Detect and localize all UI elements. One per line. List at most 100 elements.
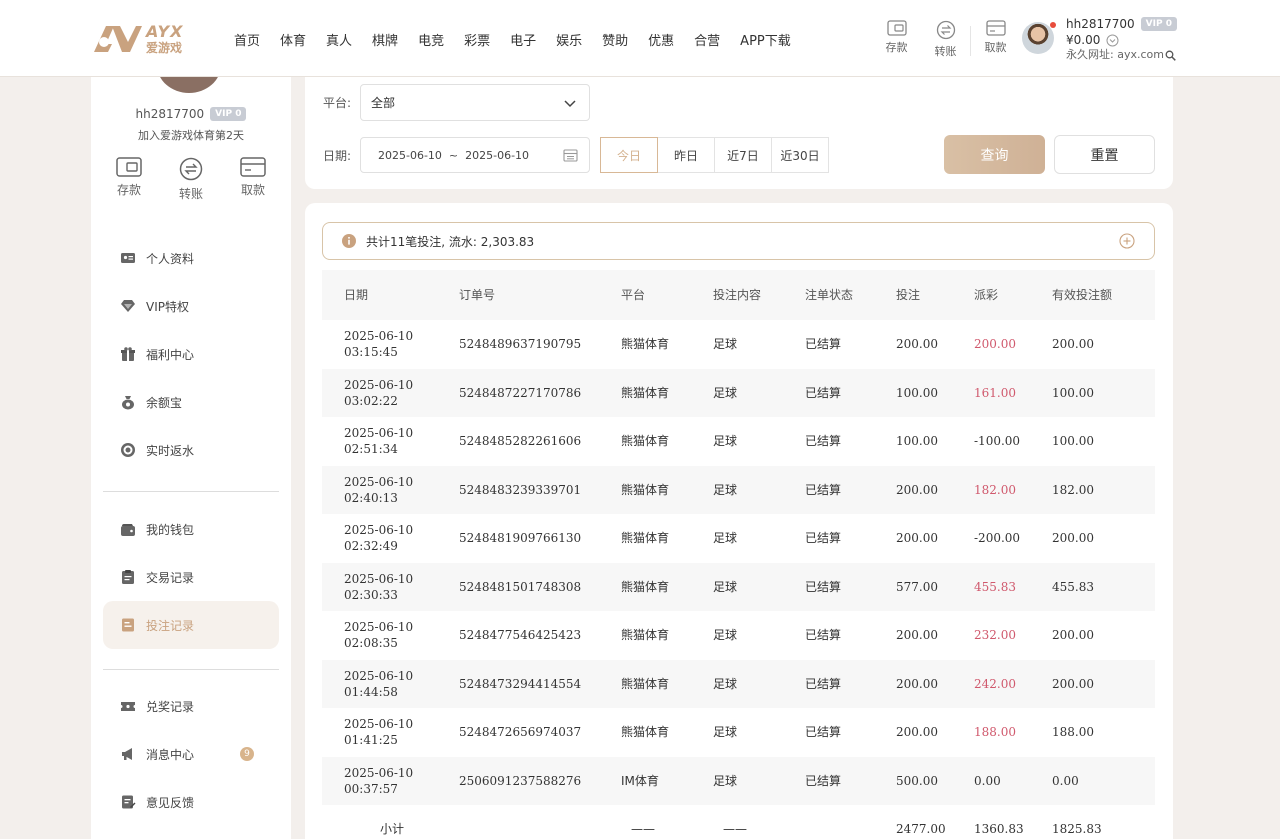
platform-select[interactable]: 全部 bbox=[360, 84, 590, 121]
payout-cell: 0.00 bbox=[974, 773, 1001, 788]
payout-cell: 232.00 bbox=[974, 628, 1016, 643]
sidebar-transfer-button[interactable]: 转账 bbox=[167, 157, 215, 202]
column-header-order: 订单号 bbox=[459, 287, 496, 302]
quick-date-yesterday[interactable]: 昨日 bbox=[657, 137, 715, 173]
platform-select-value: 全部 bbox=[371, 96, 396, 110]
subtotal-content: —— bbox=[723, 822, 747, 837]
date-range-picker[interactable]: 2025-06-10 ~ 2025-06-10 bbox=[360, 137, 590, 173]
table-body: 2025-06-10 03:15:45 5248489637190795 熊猫体育 足球… bbox=[322, 320, 1155, 805]
sidebar-item-label: 福利中心 bbox=[146, 347, 195, 362]
sidebar-item-yuebao[interactable]: 余额宝 bbox=[103, 378, 279, 426]
sidebar-item-redeem[interactable]: 兑奖记录 bbox=[103, 682, 279, 730]
date-label: 日期: bbox=[323, 149, 352, 163]
table-row: 2025-06-10 03:02:22 5248487227170786 熊猫体育 足球… bbox=[322, 368, 1155, 417]
megaphone-icon bbox=[122, 748, 132, 760]
date-value: 2025-06-10 bbox=[344, 377, 414, 392]
search-icon[interactable] bbox=[1165, 50, 1176, 62]
sidebar-item-bet-records[interactable]: 投注记录 bbox=[103, 601, 279, 649]
time-value: 03:15:45 bbox=[344, 345, 398, 360]
table-row: 2025-06-10 01:41:25 5248472656974037 熊猫体育 足球… bbox=[322, 708, 1155, 757]
column-header-platform: 平台 bbox=[621, 287, 646, 302]
header-withdraw-button[interactable]: 取款 bbox=[971, 20, 1020, 59]
bet-amount-cell: 200.00 bbox=[896, 482, 938, 497]
table-row: 2025-06-10 02:32:49 5248481909766130 熊猫体育 足球… bbox=[322, 514, 1155, 563]
sidebar-item-label: 我的钱包 bbox=[146, 522, 195, 537]
status-cell: 已结算 bbox=[805, 482, 842, 497]
time-value: 02:32:49 bbox=[344, 539, 398, 554]
query-button[interactable]: 查询 bbox=[944, 135, 1045, 174]
refresh-chevron-icon[interactable] bbox=[1106, 34, 1119, 47]
subtotal-platform: —— bbox=[631, 822, 655, 837]
bet-amount-cell: 200.00 bbox=[896, 725, 938, 740]
sidebar-item-label: 实时返水 bbox=[146, 443, 195, 458]
date-value: 2025-06-10 bbox=[344, 426, 414, 441]
sidebar-withdraw-button[interactable]: 取款 bbox=[229, 157, 277, 202]
reset-button[interactable]: 重置 bbox=[1054, 135, 1155, 174]
nav-affiliate[interactable]: 合营 bbox=[694, 30, 720, 49]
sidebar-item-messages[interactable]: 消息中心 9 bbox=[103, 730, 279, 778]
nav-live-casino[interactable]: 真人 bbox=[326, 30, 352, 49]
status-cell: 已结算 bbox=[805, 579, 842, 594]
sidebar-item-vip[interactable]: VIP特权 bbox=[103, 282, 279, 330]
sidebar-item-profile[interactable]: 个人资料 bbox=[103, 234, 279, 282]
subtotal-row: 小计 —— —— 2477.00 1360.83 1825.83 bbox=[322, 805, 1155, 839]
table-row: 2025-06-10 03:15:45 5248489637190795 熊猫体育 足球… bbox=[322, 320, 1155, 369]
status-cell: 已结算 bbox=[805, 531, 842, 546]
order-number-cell: 5248489637190795 bbox=[459, 337, 582, 352]
sidebar-item-wallet[interactable]: 我的钱包 bbox=[103, 505, 279, 553]
sidebar-item-rebate[interactable]: 实时返水 bbox=[103, 426, 279, 474]
nav-sports[interactable]: 体育 bbox=[280, 30, 306, 49]
calendar-icon bbox=[563, 149, 578, 162]
avatar[interactable] bbox=[1022, 22, 1056, 54]
expand-plus-icon[interactable] bbox=[1119, 233, 1135, 249]
date-cell: 2025-06-10 02:30:33 bbox=[344, 563, 413, 612]
permanent-url: 永久网址: ayx.com bbox=[1066, 48, 1164, 62]
date-value: 2025-06-10 bbox=[344, 668, 414, 683]
sidebar-item-welfare[interactable]: 福利中心 bbox=[103, 330, 279, 378]
content-cell: 足球 bbox=[713, 725, 738, 740]
quick-date-today[interactable]: 今日 bbox=[600, 137, 658, 173]
profile-card-icon bbox=[121, 253, 135, 263]
header-transfer-button[interactable]: 转账 bbox=[921, 20, 970, 59]
nav-esports[interactable]: 电竞 bbox=[418, 30, 444, 49]
table-row: 2025-06-10 02:51:34 5248485282261606 熊猫体育 足球… bbox=[322, 417, 1155, 466]
nav-lottery[interactable]: 彩票 bbox=[464, 30, 490, 49]
header-transfer-label: 转账 bbox=[934, 45, 957, 58]
table-row: 2025-06-10 02:40:13 5248483239339701 熊猫体育 足球… bbox=[322, 465, 1155, 514]
content-cell: 足球 bbox=[713, 676, 738, 691]
nav-entertainment[interactable]: 娱乐 bbox=[556, 30, 582, 49]
valid-bet-cell: 100.00 bbox=[1052, 434, 1094, 449]
nav-app-download[interactable]: APP下载 bbox=[740, 30, 791, 49]
nav-home[interactable]: 首页 bbox=[234, 30, 260, 49]
time-value: 02:51:34 bbox=[344, 442, 398, 457]
bet-records-table: 日期 订单号 平台 投注内容 注单状态 投注 派彩 有效投注额 2025-06-… bbox=[322, 270, 1155, 839]
sidebar-item-feedback[interactable]: 意见反馈 bbox=[103, 778, 279, 826]
logo-text-en: AYX bbox=[146, 22, 184, 41]
brand-logo[interactable]: AYX 爱游戏 bbox=[92, 22, 183, 56]
logo-mark-icon bbox=[94, 26, 142, 52]
payout-cell: -100.00 bbox=[974, 434, 1021, 449]
date-cell: 2025-06-10 01:44:58 bbox=[344, 660, 413, 709]
nav-sponsor[interactable]: 赞助 bbox=[602, 30, 628, 49]
sidebar-item-transactions[interactable]: 交易记录 bbox=[103, 553, 279, 601]
sidebar-username: hh2817700 bbox=[135, 107, 205, 121]
subtotal-bet: 2477.00 bbox=[896, 822, 946, 837]
header-deposit-button[interactable]: 存款 bbox=[872, 20, 921, 59]
nav-chess-cards[interactable]: 棋牌 bbox=[372, 30, 398, 49]
valid-bet-cell: 200.00 bbox=[1052, 337, 1094, 352]
sidebar-transfer-label: 转账 bbox=[178, 187, 203, 201]
valid-bet-cell: 182.00 bbox=[1052, 482, 1094, 497]
platform-cell: IM体育 bbox=[621, 773, 659, 788]
date-value: 2025-06-10 bbox=[344, 717, 414, 732]
quick-date-30days[interactable]: 近30日 bbox=[771, 137, 829, 173]
chevron-down-icon bbox=[564, 100, 576, 108]
main-nav: 首页 体育 真人 棋牌 电竞 彩票 电子 娱乐 赞助 优惠 合营 APP下载 bbox=[234, 30, 811, 49]
nav-slots[interactable]: 电子 bbox=[510, 30, 536, 49]
time-value: 00:37:57 bbox=[344, 781, 398, 796]
sidebar-deposit-label: 存款 bbox=[116, 183, 141, 197]
sidebar-deposit-button[interactable]: 存款 bbox=[105, 157, 153, 202]
date-value: 2025-06-10 bbox=[344, 523, 414, 538]
header-actions: 存款 转账 取款 bbox=[872, 20, 1020, 59]
quick-date-7days[interactable]: 近7日 bbox=[714, 137, 772, 173]
nav-promotions[interactable]: 优惠 bbox=[648, 30, 674, 49]
